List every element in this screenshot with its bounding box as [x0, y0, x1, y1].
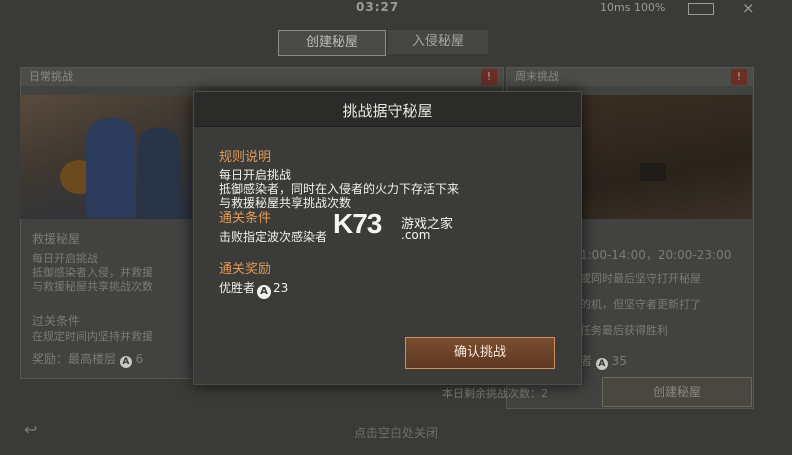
- left-reward: 奖励：最高楼层 A 6: [32, 350, 143, 368]
- right-desc-line: 任务最后获得胜利: [580, 324, 668, 337]
- rules-title: 规则说明: [219, 150, 272, 165]
- tab-create[interactable]: 创建秘屋: [278, 30, 386, 56]
- remaining-count: 本日剩余挑战次数：2: [442, 387, 548, 400]
- network-status: 10ms 100%: [600, 1, 666, 14]
- status-bar: 03:27 10ms 100% ×: [0, 0, 792, 18]
- character-figure: [86, 118, 136, 218]
- watermark-brand: K73: [333, 208, 382, 239]
- left-condition-label: 过关条件: [32, 314, 81, 328]
- left-panel-title: 救援秘屋: [32, 232, 81, 246]
- watermark-domain: .com: [401, 228, 431, 242]
- right-desc-line: 的机，但坚守者更新打了: [580, 298, 701, 311]
- reward-title: 通关奖励: [219, 262, 272, 277]
- rules-section: 规则说明 每日开启挑战 抵御感染者，同时在入侵者的火力下存活下来 与救援秘屋共享…: [219, 146, 459, 210]
- weekend-scene-image: [580, 95, 752, 219]
- dialog-title: 挑战据守秘屋: [342, 102, 433, 120]
- left-desc-line: 与救援秘屋共享挑战次数: [32, 280, 153, 293]
- reward-section: 通关奖励 优胜者 A 23: [219, 258, 288, 299]
- right-reward-value: 35: [611, 354, 627, 368]
- dialog-header: 挑战据守秘屋: [194, 92, 581, 127]
- confirm-challenge-button[interactable]: 确认挑战: [405, 337, 555, 369]
- status-time: 03:27: [356, 0, 400, 14]
- left-reward-value: 6: [135, 352, 144, 366]
- close-icon[interactable]: ×: [742, 0, 755, 17]
- clear-title: 通关条件: [219, 211, 272, 226]
- rules-line: 抵御感染者，同时在入侵者的火力下存活下来: [219, 182, 460, 196]
- coin-icon: A: [595, 358, 608, 370]
- tab-invade[interactable]: 入侵秘屋: [388, 30, 488, 54]
- reward-line: 优胜者 A 23: [219, 281, 288, 299]
- lamp-figure: [640, 163, 666, 181]
- challenge-dialog: 挑战据守秘屋 规则说明 每日开启挑战 抵御感染者，同时在入侵者的火力下存活下来 …: [193, 91, 582, 385]
- right-desc-line: 或同时最后坚守打开秘屋: [580, 272, 701, 285]
- right-time-text: 1:00-14:00，20:00-23:00: [580, 248, 732, 262]
- info-icon[interactable]: !: [481, 69, 497, 85]
- right-reward: 者 A 35: [580, 354, 627, 370]
- character-figure: [138, 128, 180, 218]
- left-reward-label: 奖励：最高楼层: [32, 352, 117, 366]
- right-panel-header: 周末挑战: [507, 68, 753, 86]
- clear-condition-section: 通关条件 击败指定波次感染者: [219, 207, 327, 244]
- coin-icon: A: [257, 285, 272, 299]
- create-room-button[interactable]: 创建秘屋: [602, 377, 752, 407]
- battery-icon: [688, 3, 714, 15]
- info-icon[interactable]: !: [731, 69, 747, 85]
- bottom-hint[interactable]: 点击空白处关闭: [0, 424, 792, 441]
- reward-prefix: 优胜者: [219, 281, 256, 295]
- reward-value: 23: [273, 281, 289, 295]
- clear-text: 击败指定波次感染者: [219, 230, 328, 244]
- left-panel-header: 日常挑战: [21, 68, 503, 86]
- coin-icon: A: [119, 356, 132, 368]
- left-condition-text: 在规定时间内坚持并救援: [32, 330, 153, 343]
- rules-line: 每日开启挑战: [219, 168, 292, 182]
